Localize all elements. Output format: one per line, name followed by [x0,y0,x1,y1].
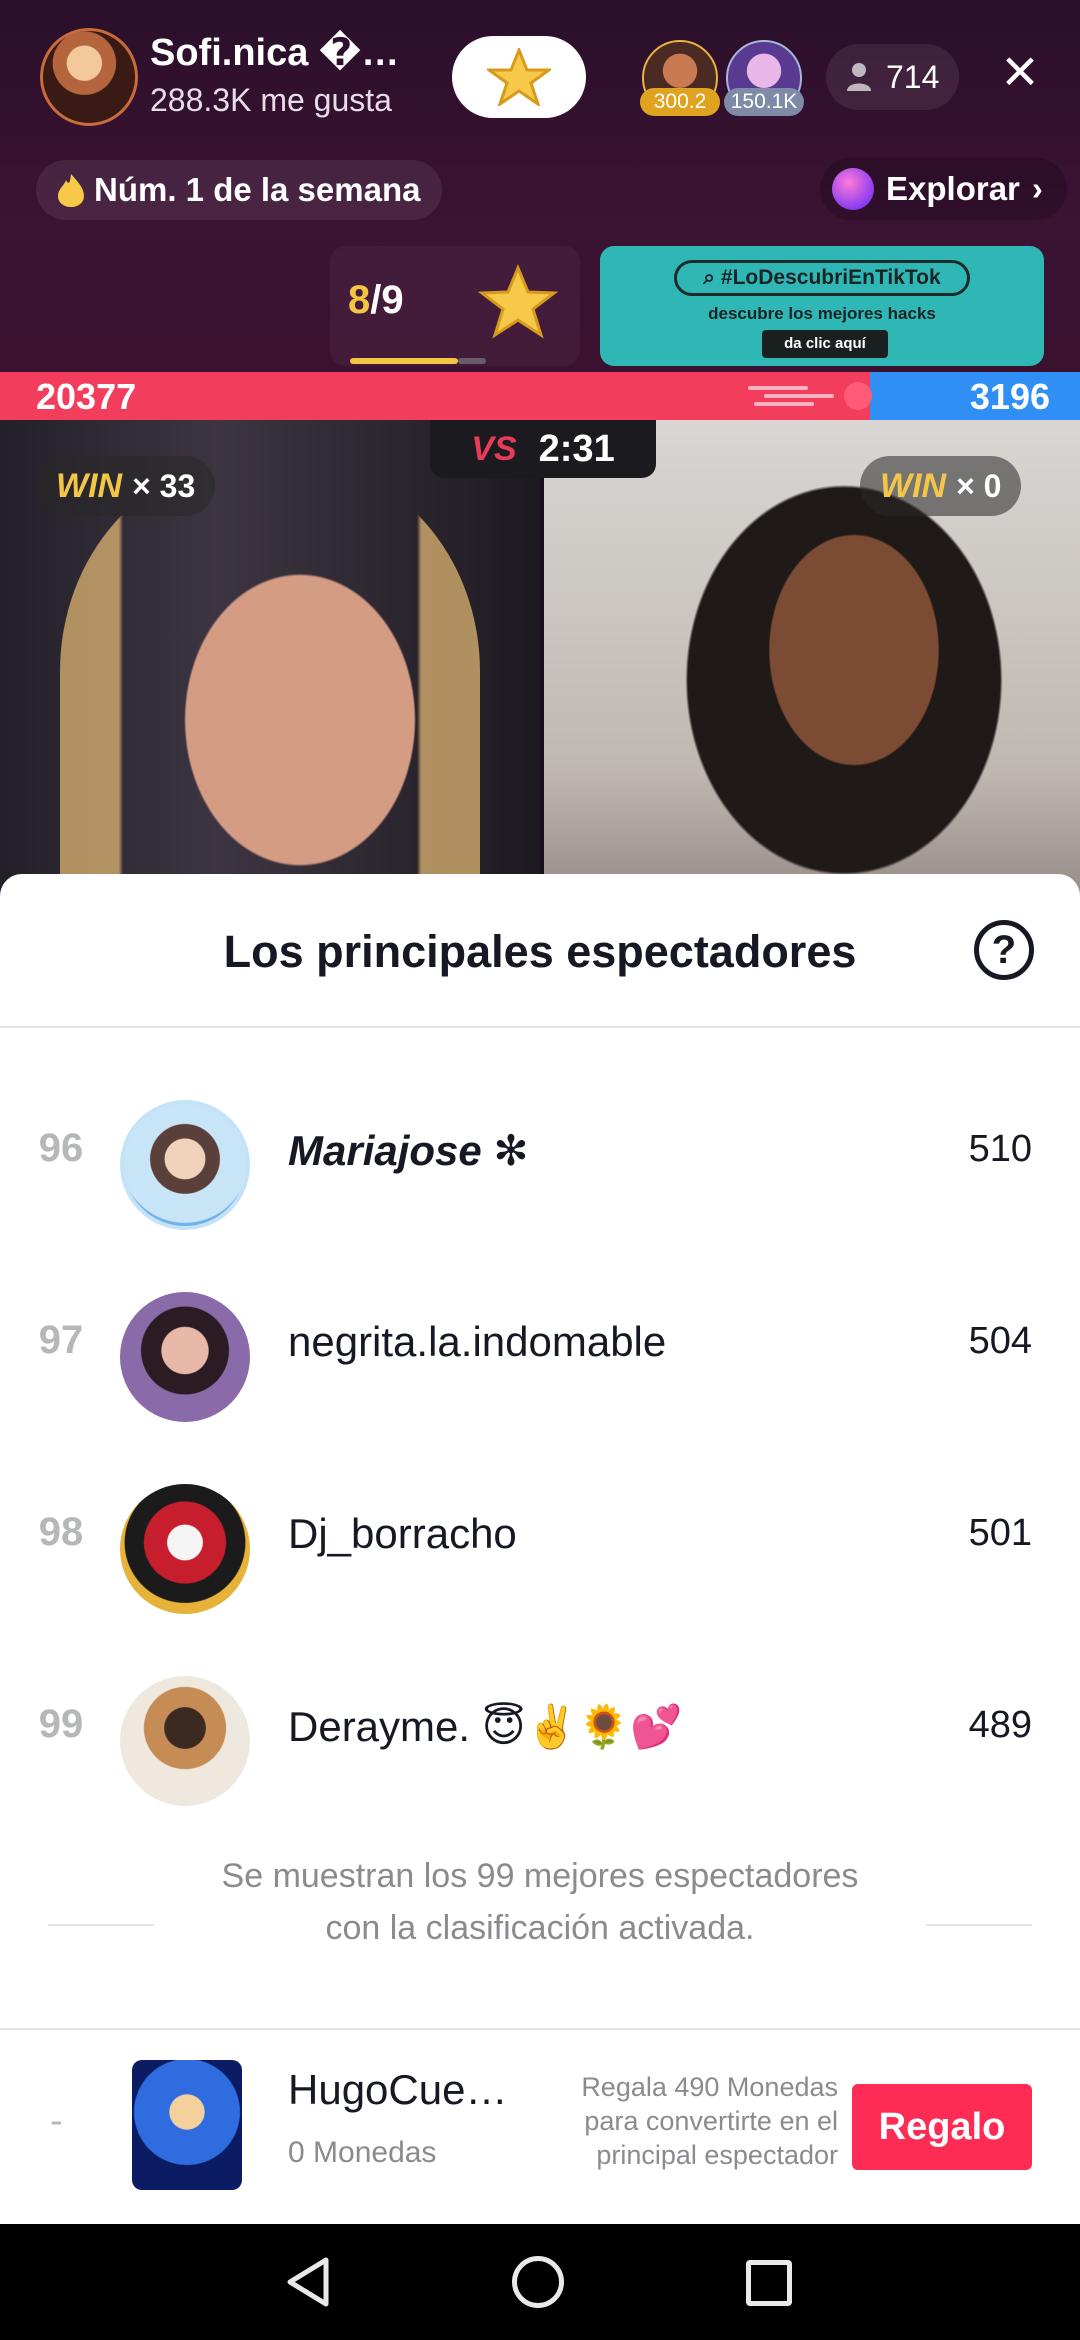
list-item[interactable]: 97 negrita.la.indomable 504 [0,1262,1080,1452]
rank-number: 99 [38,1702,84,1746]
promo-cta: da clic aquí [762,330,888,358]
score-host: 20377 [36,376,137,417]
win-label: WIN [880,466,947,505]
my-username: HugoCue… [288,2066,508,2113]
explore-label: Explorar [886,170,1020,207]
my-avatar[interactable] [132,2060,242,2190]
gift-button[interactable]: Regalo [852,2084,1032,2170]
host-likes: 288.3K me gusta [150,82,392,118]
page-progress-track [458,358,486,364]
battle-score-bar: 20377 3196 [0,372,1080,420]
star-icon[interactable] [478,262,558,342]
list-item[interactable]: 98 Dj_borracho 501 [0,1454,1080,1644]
rank-number: 97 [38,1318,84,1362]
rank-number: 98 [38,1510,84,1554]
list-item[interactable]: 96 Mariajose ✻ 510 [0,1070,1080,1260]
search-icon: ⌕ [703,266,721,289]
promo-banner[interactable]: ⌕ #LoDescubriEnTikTok descubre los mejor… [600,246,1044,366]
host-name[interactable]: Sofi.nica �… [150,30,399,75]
weekly-rank-badge[interactable]: Núm. 1 de la semana [36,160,443,220]
back-icon[interactable] [282,2254,338,2310]
divider [48,1924,154,1926]
close-icon[interactable]: × [990,41,1050,103]
avatar[interactable] [120,1484,250,1614]
host-avatar[interactable] [40,28,138,126]
coin-count: 504 [968,1320,1032,1362]
my-ranking-row: - HugoCue… 0 Monedas Regala 490 Monedas … [0,2028,1080,2224]
coin-count: 501 [968,1512,1032,1554]
page-indicator: 8/9 [348,278,404,323]
home-icon[interactable] [512,2256,564,2308]
ranking-footnote: Se muestran los 99 mejores espectadores … [221,1857,859,1947]
recents-icon[interactable] [746,2260,792,2306]
my-rank: - [50,2100,63,2142]
help-icon[interactable]: ? [974,920,1034,980]
avatar[interactable] [120,1292,250,1422]
promo-hashtag-text: #LoDescubriEnTikTok [720,266,941,289]
win-count: × 0 [956,467,1002,504]
username[interactable]: Derayme. 😇✌️🌻💕 [288,1702,682,1752]
battle-timer: VS 2:31 [430,420,656,478]
viewer-count-value: 714 [886,58,940,95]
top-viewer-badge: 300.2 [640,88,720,116]
win-streak-host: WIN × 33 [36,456,216,516]
my-coins: 0 Monedas [288,2136,437,2169]
live-header: Sofi.nica �… 288.3K me gusta 300.2 150.1… [0,0,1080,372]
avatar[interactable] [120,1676,250,1806]
planet-icon [832,168,874,210]
host-video-frame [60,460,480,920]
page-total: /9 [370,278,404,322]
top-viewer-badge: 150.1K [724,88,804,116]
sheet-title: Los principales espectadores [223,926,857,977]
system-nav-bar [0,2224,1080,2340]
list-item[interactable]: 99 Derayme. 😇✌️🌻💕 489 [0,1646,1080,1836]
coin-count: 510 [968,1128,1032,1170]
score-opponent: 3196 [969,376,1050,417]
win-streak-opponent: WIN × 0 [860,456,1022,516]
username[interactable]: Dj_borracho [288,1510,517,1558]
avatar[interactable] [120,1100,250,1230]
top-viewers-sheet: Los principales espectadores ? 96 Mariaj… [0,874,1080,2224]
gift-hint: Regala 490 Monedas para convertirte en e… [581,2072,838,2170]
promo-subtitle: descubre los mejores hacks [708,304,936,323]
win-label: WIN [56,466,123,505]
divider [0,1026,1080,1028]
weekly-rank-label: Núm. 1 de la semana [94,171,421,208]
username[interactable]: negrita.la.indomable [288,1318,666,1366]
vs-logo: VS [471,429,517,468]
divider [926,1924,1032,1926]
rank-number: 96 [38,1126,84,1170]
fire-icon [58,174,84,207]
page-progress [350,358,458,364]
timer-value: 2:31 [538,427,615,470]
streak-icon [748,382,872,410]
promo-hashtag: ⌕ #LoDescubriEnTikTok [674,260,970,296]
explore-button[interactable]: Explorar › [820,158,1067,220]
viewer-count[interactable]: 714 [826,44,960,110]
coin-count: 489 [968,1704,1032,1746]
page-current: 8 [348,278,371,322]
win-count: × 33 [132,467,196,504]
username[interactable]: Mariajose ✻ [288,1126,529,1175]
chevron-right-icon: › [1031,170,1043,207]
favorite-button[interactable] [452,36,586,118]
star-icon [487,48,551,106]
person-icon [847,63,871,91]
